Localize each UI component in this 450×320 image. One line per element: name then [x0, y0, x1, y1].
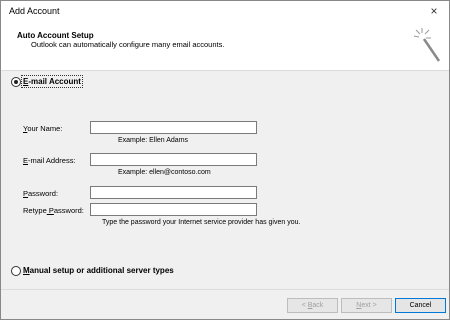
password-text: assword: [28, 189, 59, 198]
title-bar: Add Account × [1, 1, 449, 22]
back-text: ack [312, 302, 324, 309]
your-name-text: our Name: [27, 124, 63, 133]
retype-password-field[interactable] [90, 203, 257, 216]
footer-divider [1, 289, 449, 290]
header-subtitle: Outlook can automatically configure many… [31, 40, 225, 49]
manual-setup-mnemonic: M [23, 266, 30, 275]
retype-password-prefix: Retype [23, 206, 47, 215]
email-account-radio[interactable] [11, 77, 21, 87]
password-field[interactable] [90, 186, 257, 199]
manual-setup-text: anual setup or additional server types [29, 266, 174, 275]
email-account-text: -mail Account [28, 77, 81, 86]
your-name-hint: Example: Ellen Adams [118, 137, 189, 144]
retype-password-text: assword: [53, 206, 84, 215]
back-button[interactable]: < Back [287, 298, 338, 313]
email-address-label: E-mail Address: [23, 156, 76, 165]
email-address-hint: Example: ellen@contoso.com [118, 169, 211, 176]
email-account-label[interactable]: E-mail Account [21, 75, 83, 88]
your-name-field[interactable] [90, 121, 257, 134]
cancel-button[interactable]: Cancel [395, 298, 446, 313]
retype-password-label: Retype Password: [23, 206, 84, 215]
add-account-dialog: Add Account × Auto Account Setup Outlook… [0, 0, 450, 320]
next-button[interactable]: Next > [341, 298, 392, 313]
manual-setup-label[interactable]: Manual setup or additional server types [23, 266, 174, 275]
dialog-footer: < Back Next > Cancel [1, 289, 449, 319]
close-icon[interactable]: × [419, 1, 449, 22]
your-name-label: Your Name: [23, 124, 62, 133]
window-title: Add Account [9, 6, 60, 16]
password-label: Password: [23, 189, 58, 198]
retype-password-mnemonic: P [46, 206, 54, 215]
email-address-text: -mail Address: [28, 156, 76, 165]
setup-header: Auto Account Setup Outlook can automatic… [1, 22, 449, 71]
manual-setup-radio[interactable] [11, 266, 21, 276]
magic-wand-icon [413, 28, 441, 62]
email-address-field[interactable] [90, 153, 257, 166]
header-title: Auto Account Setup [17, 31, 94, 40]
next-text: ext > [361, 302, 377, 309]
password-hint: Type the password your Internet service … [102, 219, 301, 226]
